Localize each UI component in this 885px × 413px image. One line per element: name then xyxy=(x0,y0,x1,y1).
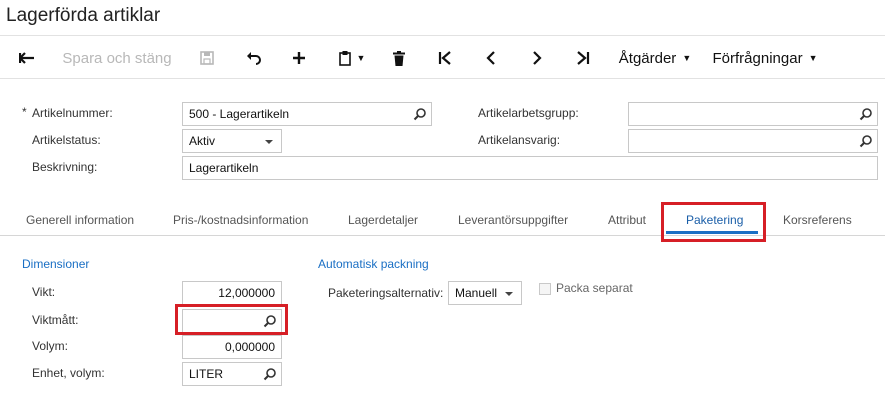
chevron-down-icon: ▼ xyxy=(356,53,366,63)
item-status-value: Aktiv xyxy=(189,134,216,148)
toolbar: Spara och stäng ▼ Åtgärder ▼ Förfrågning… xyxy=(0,37,885,79)
volume-field[interactable]: 0,000000 xyxy=(182,335,282,359)
volume-unit-field[interactable]: LITER xyxy=(182,362,282,386)
tab-warehouse-details[interactable]: Lagerdetaljer xyxy=(348,213,418,227)
item-work-group-field[interactable] xyxy=(628,102,878,126)
back-button[interactable] xyxy=(12,37,42,79)
volume-value: 0,000000 xyxy=(224,340,275,354)
packing-option-value: Manuell xyxy=(455,286,498,300)
save-close-button[interactable]: Spara och stäng xyxy=(58,37,176,79)
item-status-label: Artikelstatus: xyxy=(32,133,101,147)
item-responsible-field[interactable] xyxy=(628,129,878,153)
search-icon[interactable] xyxy=(859,107,873,121)
arrow-left-icon xyxy=(19,52,34,64)
last-icon xyxy=(577,51,590,65)
highlight-box-weight-unit xyxy=(175,304,288,335)
item-status-select[interactable]: Aktiv xyxy=(182,129,282,153)
chevron-down-icon xyxy=(505,292,513,296)
tab-attributes[interactable]: Attribut xyxy=(608,213,646,227)
save-button[interactable] xyxy=(194,37,220,79)
volume-unit-value: LITER xyxy=(189,367,224,381)
item-work-group-label: Artikelarbetsgrupp: xyxy=(478,106,579,120)
auto-packing-header: Automatisk packning xyxy=(318,257,429,271)
undo-button[interactable] xyxy=(240,37,268,79)
clipboard-icon xyxy=(338,51,351,66)
packing-option-label: Paketeringsalternativ: xyxy=(328,286,444,300)
chevron-right-icon xyxy=(533,51,542,65)
chevron-down-icon: ▼ xyxy=(682,53,692,63)
add-button[interactable] xyxy=(286,37,312,79)
trash-icon xyxy=(393,50,405,66)
delete-button[interactable] xyxy=(386,37,412,79)
inquiries-menu[interactable]: Förfrågningar ▼ xyxy=(708,37,822,79)
copy-paste-menu[interactable]: ▼ xyxy=(332,37,372,79)
tab-vendor-details[interactable]: Leverantörsuppgifter xyxy=(458,213,568,227)
search-icon[interactable] xyxy=(263,367,277,381)
weight-unit-label: Viktmått: xyxy=(32,313,79,327)
save-icon xyxy=(200,51,214,65)
search-icon[interactable] xyxy=(859,134,873,148)
dimensions-header: Dimensioner xyxy=(22,257,90,271)
description-field[interactable]: Lagerartikeln xyxy=(182,156,878,180)
previous-record-button[interactable] xyxy=(478,37,504,79)
highlight-box-packaging-tab xyxy=(661,202,766,242)
actions-menu-label: Åtgärder xyxy=(618,49,677,67)
inquiries-menu-label: Förfrågningar xyxy=(712,49,803,67)
item-responsible-label: Artikelansvarig: xyxy=(478,133,561,147)
description-value: Lagerartikeln xyxy=(189,161,259,175)
page-title: Lagerförda artiklar xyxy=(6,5,161,26)
item-number-value: 500 - Lagerartikeln xyxy=(189,107,290,121)
required-marker: * xyxy=(22,105,27,119)
search-icon[interactable] xyxy=(413,107,427,121)
pack-separately-label: Packa separat xyxy=(556,281,633,295)
chevron-left-icon xyxy=(486,51,495,65)
pack-separately-checkbox[interactable] xyxy=(539,283,551,295)
chevron-down-icon: ▼ xyxy=(808,53,818,63)
next-record-button[interactable] xyxy=(524,37,550,79)
weight-label: Vikt: xyxy=(32,285,56,299)
plus-icon xyxy=(293,52,305,64)
weight-value: 12,000000 xyxy=(218,286,275,300)
title-bar: Lagerförda artiklar xyxy=(0,0,885,36)
tab-price-cost[interactable]: Pris-/kostnadsinformation xyxy=(173,213,308,227)
description-label: Beskrivning: xyxy=(32,160,98,174)
volume-label: Volym: xyxy=(32,339,69,353)
actions-menu[interactable]: Åtgärder ▼ xyxy=(614,37,696,79)
tab-general-information[interactable]: Generell information xyxy=(26,213,134,227)
undo-icon xyxy=(247,52,261,65)
chevron-down-icon xyxy=(265,140,273,144)
tab-cross-reference[interactable]: Korsreferens xyxy=(783,213,852,227)
last-record-button[interactable] xyxy=(570,37,596,79)
first-icon xyxy=(438,51,451,65)
packing-option-select[interactable]: Manuell xyxy=(448,281,522,305)
volume-unit-label: Enhet, volym: xyxy=(32,366,105,380)
weight-field[interactable]: 12,000000 xyxy=(182,281,282,305)
first-record-button[interactable] xyxy=(432,37,458,79)
item-number-label: Artikelnummer: xyxy=(32,106,113,120)
item-number-field[interactable]: 500 - Lagerartikeln xyxy=(182,102,432,126)
